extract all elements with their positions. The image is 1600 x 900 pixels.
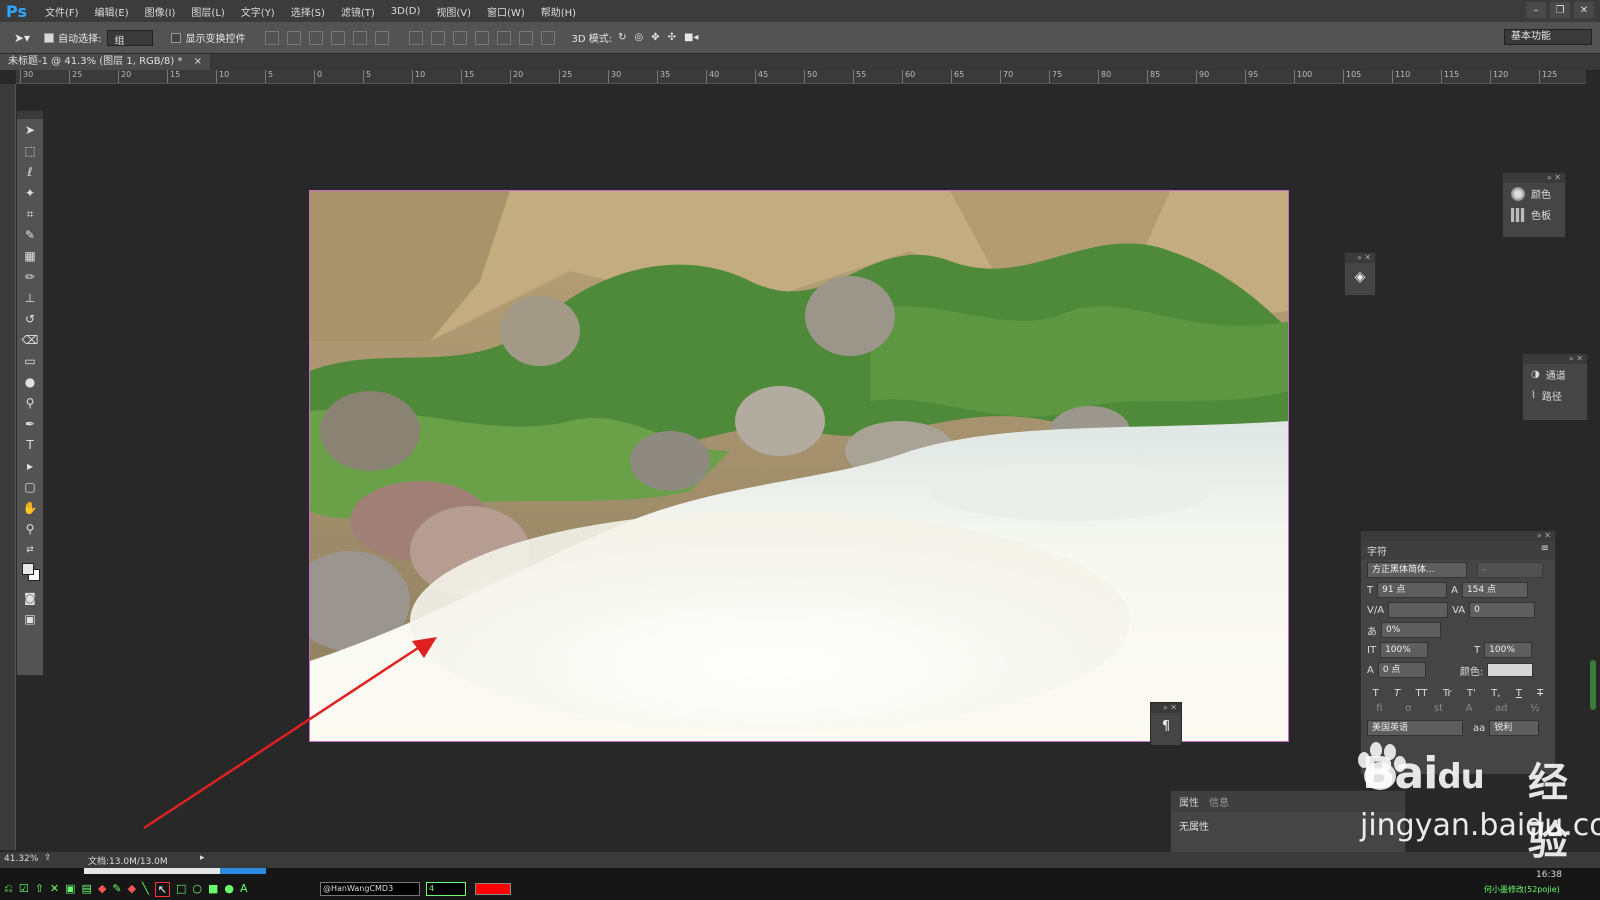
- tsume-field[interactable]: 0%: [1381, 622, 1441, 638]
- paths-icon: ⌇: [1531, 390, 1536, 401]
- channels-panel-button[interactable]: ◑ 通道: [1523, 364, 1587, 385]
- baseline-shift-field[interactable]: 0 点: [1377, 662, 1426, 678]
- panel-header[interactable]: » ✕: [1345, 253, 1375, 263]
- tab-properties[interactable]: 属性: [1179, 794, 1199, 809]
- paragraph-icon[interactable]: ¶: [1151, 713, 1181, 734]
- size-field[interactable]: 4: [426, 882, 466, 896]
- kerning-field[interactable]: [1388, 602, 1449, 618]
- font-style-dropdown[interactable]: -: [1477, 562, 1543, 578]
- panel-header[interactable]: » ✕: [1361, 531, 1555, 541]
- swash-icon[interactable]: σ: [1405, 703, 1411, 714]
- opentype-buttons: fi σ st A ad ½: [1361, 701, 1555, 716]
- color-picker-swatch[interactable]: [475, 883, 511, 895]
- character-panel-title[interactable]: 字符: [1367, 543, 1387, 558]
- text-color-label: 颜色:: [1459, 666, 1484, 678]
- tab-info[interactable]: 信息: [1209, 794, 1229, 809]
- status-menu-arrow-icon[interactable]: ▸: [200, 853, 205, 863]
- vertical-scrollbar-thumb[interactable]: [1590, 660, 1596, 710]
- leading-field[interactable]: 154 点: [1461, 582, 1528, 598]
- tool-icon-5[interactable]: ▣: [65, 882, 75, 897]
- ellipse-tool-icon[interactable]: ○: [192, 882, 202, 897]
- tool-icon-2[interactable]: ☑: [19, 882, 29, 897]
- ligature-icon[interactable]: fi: [1376, 703, 1382, 714]
- ordinal-icon[interactable]: ad: [1495, 703, 1507, 714]
- panel-header[interactable]: » ✕: [1523, 354, 1587, 364]
- font-size-icon: T: [1367, 584, 1374, 596]
- tool-icon-6[interactable]: ▤: [82, 882, 92, 897]
- filled-rect-icon[interactable]: ■: [208, 882, 218, 897]
- arrow-tool-icon[interactable]: ↖: [154, 882, 170, 897]
- color-swatches-panel: » ✕ 颜色 色板: [1502, 172, 1566, 238]
- all-caps-button[interactable]: TT: [1416, 688, 1428, 699]
- tray-text: 何小墨修改(52pojie): [1484, 885, 1560, 894]
- paths-panel-label: 路径: [1541, 392, 1562, 403]
- faux-bold-button[interactable]: T: [1373, 688, 1379, 699]
- quick-tools: ⎌ ☑ ⇧ ✕ ▣ ▤ ◆ ✎ ◆ ╲ ↖ □ ○ ■ ● A: [4, 882, 248, 897]
- watermark-brand: Bai: [1362, 748, 1438, 799]
- superscript-button[interactable]: T': [1467, 688, 1476, 699]
- tool-icon-4[interactable]: ✕: [50, 882, 59, 897]
- vertical-scale-field[interactable]: 100%: [1380, 642, 1429, 658]
- faux-italic-button[interactable]: T: [1394, 688, 1400, 699]
- kerning-icon: V/A: [1367, 604, 1385, 616]
- watermark-url: jingyan.baidu.com: [1360, 808, 1600, 843]
- tsume-icon: あ: [1367, 626, 1377, 638]
- color-panel-label: 颜色: [1531, 190, 1551, 201]
- baidu-jingyan-watermark: Baidu 经验 jingyan.baidu.com: [1350, 728, 1600, 868]
- fraction-icon[interactable]: ½: [1530, 703, 1540, 714]
- layers-icon[interactable]: ◈: [1345, 263, 1375, 285]
- share-icon[interactable]: ⇪: [44, 853, 52, 863]
- tool-icon-8[interactable]: ✎: [112, 882, 121, 897]
- font-size-field[interactable]: 91 点: [1377, 582, 1448, 598]
- tool-icon-1[interactable]: ⎌: [4, 882, 13, 897]
- taskbar-active-window[interactable]: [220, 868, 266, 874]
- document-size: 文档:13.0M/13.0M: [88, 857, 168, 867]
- rect-tool-icon[interactable]: □: [176, 882, 186, 897]
- paragraph-mini-panel: » ✕ ¶: [1150, 702, 1182, 746]
- filled-ellipse-icon[interactable]: ●: [224, 882, 234, 897]
- font-family-dropdown[interactable]: 方正黑体简体...: [1367, 562, 1467, 578]
- color-panel-button[interactable]: 颜色: [1503, 183, 1565, 204]
- horizontal-scale-field[interactable]: 100%: [1484, 642, 1533, 658]
- subscript-button[interactable]: T,: [1491, 688, 1500, 699]
- panel-menu-icon[interactable]: ≡: [1541, 543, 1549, 558]
- text-tool-icon[interactable]: A: [240, 882, 248, 897]
- type-style-buttons: T T TT Tr T' T, T T: [1361, 680, 1555, 701]
- tool-icon-9[interactable]: ◆: [128, 882, 136, 897]
- leading-icon: A: [1451, 584, 1458, 596]
- panel-header[interactable]: » ✕: [1503, 173, 1565, 183]
- clock: 16:38: [1536, 870, 1562, 880]
- horizontal-scale-icon: T: [1474, 644, 1481, 656]
- tool-icon-3[interactable]: ⇧: [35, 882, 44, 897]
- tool-icon-7[interactable]: ◆: [98, 882, 106, 897]
- palette-icon: [1511, 186, 1525, 201]
- underline-button[interactable]: T: [1516, 688, 1522, 699]
- tracking-icon: VA: [1452, 604, 1466, 616]
- strikethrough-button[interactable]: T: [1537, 688, 1543, 699]
- stylistic-icon[interactable]: st: [1434, 703, 1443, 714]
- tracking-field[interactable]: 0: [1469, 602, 1536, 618]
- vertical-scale-icon: IT: [1367, 644, 1377, 656]
- small-caps-button[interactable]: Tr: [1443, 688, 1452, 699]
- tool-icon-10[interactable]: ╲: [142, 882, 149, 897]
- grid-icon: [1511, 207, 1525, 222]
- taskbar: ⎌ ☑ ⇧ ✕ ▣ ▤ ◆ ✎ ◆ ╲ ↖ □ ○ ■ ● A @HanWang…: [0, 868, 1600, 900]
- titling-icon[interactable]: A: [1466, 703, 1473, 714]
- swatches-panel-label: 色板: [1531, 211, 1551, 222]
- baseline-shift-icon: A: [1367, 664, 1374, 676]
- text-color-swatch[interactable]: [1487, 663, 1534, 677]
- font-field[interactable]: @HanWangCMD3: [320, 882, 420, 896]
- channels-panel-label: 通道: [1545, 371, 1566, 382]
- watermark-brand2: du: [1437, 757, 1485, 797]
- swatches-panel-button[interactable]: 色板: [1503, 204, 1565, 225]
- layers-mini-panel: » ✕ ◈: [1344, 252, 1376, 296]
- zoom-level[interactable]: 41.32%: [4, 854, 38, 864]
- panel-header[interactable]: » ✕: [1151, 703, 1181, 713]
- channels-icon: ◑: [1531, 369, 1540, 380]
- paths-panel-button[interactable]: ⌇ 路径: [1523, 385, 1587, 406]
- character-panel-titlebar: 字符 ≡: [1361, 541, 1555, 560]
- channels-paths-panel: » ✕ ◑ 通道 ⌇ 路径: [1522, 353, 1588, 421]
